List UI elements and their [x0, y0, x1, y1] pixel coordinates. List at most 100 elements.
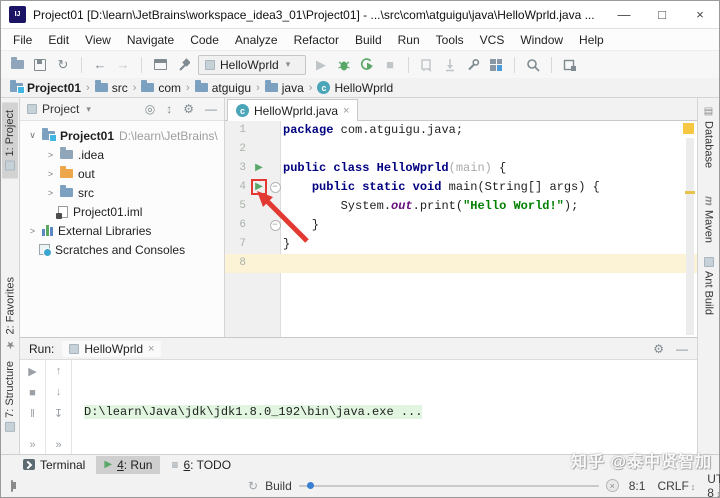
minimize-button[interactable]: —: [605, 1, 643, 29]
tree-expanded-icon[interactable]: ∨: [28, 130, 37, 141]
close-button[interactable]: ×: [681, 1, 719, 29]
hide-panel-icon[interactable]: —: [676, 342, 688, 356]
forward-icon[interactable]: →: [115, 56, 131, 74]
console-line-command: D:\learn\Java\jdk\jdk1.8.0_192\bin\java.…: [84, 405, 423, 419]
menu-window[interactable]: Window: [512, 31, 571, 49]
encoding-indicator[interactable]: UTF-8↕: [707, 472, 720, 498]
build-hammer-icon[interactable]: [175, 56, 191, 74]
run-console[interactable]: D:\learn\Java\jdk\jdk1.8.0_192\bin\java.…: [72, 360, 697, 476]
toolwindow-tab-todo[interactable]: ≡ 6: TODO: [163, 456, 239, 474]
menu-refactor[interactable]: Refactor: [286, 31, 347, 49]
debug-bug-icon[interactable]: [336, 56, 352, 74]
editor-tab-hellowprld[interactable]: c HelloWprld.java ×: [227, 99, 359, 121]
breadcrumb-atguigu[interactable]: atguigu: [194, 80, 251, 95]
menu-help[interactable]: Help: [571, 31, 612, 49]
stop-icon[interactable]: ■: [382, 56, 398, 74]
run-config-select[interactable]: HelloWprld ▾: [198, 54, 306, 75]
settings-wrench-icon[interactable]: [465, 56, 481, 74]
class-icon: c: [236, 104, 249, 117]
menu-file[interactable]: File: [5, 31, 40, 49]
menu-build[interactable]: Build: [347, 31, 390, 49]
gear-icon[interactable]: ⚙: [183, 102, 194, 116]
back-icon[interactable]: ←: [92, 56, 108, 74]
tree-row-external-libraries[interactable]: > External Libraries: [20, 221, 224, 240]
toolwindow-toggle-icon[interactable]: [11, 479, 16, 492]
tree-row-src[interactable]: > src: [20, 183, 224, 202]
caret-position[interactable]: 8:1: [629, 479, 646, 493]
fold-icon[interactable]: −: [269, 182, 281, 193]
save-all-icon[interactable]: [32, 56, 48, 74]
menu-vcs[interactable]: VCS: [472, 31, 513, 49]
tree-row-root[interactable]: ∨ Project01 D:\learn\JetBrains\: [20, 126, 224, 145]
attach-profiler-icon[interactable]: [442, 56, 458, 74]
up-stack-icon[interactable]: ↑: [56, 365, 62, 377]
hide-panel-icon[interactable]: —: [205, 102, 217, 116]
toolwindow-tab-structure[interactable]: 7: Structure: [4, 361, 16, 432]
toolwindow-tab-database[interactable]: ▤ Database: [703, 106, 715, 168]
line-separator-indicator[interactable]: CRLF ↕: [657, 479, 695, 493]
scroll-to-end-icon[interactable]: ↧: [54, 407, 63, 420]
pause-icon[interactable]: ‖: [30, 408, 35, 420]
fold-icon[interactable]: −: [269, 220, 281, 231]
stop-icon[interactable]: ■: [29, 387, 36, 399]
locate-target-icon[interactable]: ◎: [145, 102, 155, 116]
run-tab-hellowprld[interactable]: HelloWprld ×: [62, 340, 162, 357]
coverage-icon[interactable]: [359, 56, 375, 74]
editor-content[interactable]: 1 package com.atguigu.java; 2 3 ▶ public…: [225, 121, 697, 337]
folder-icon: [94, 80, 108, 92]
breadcrumb-com[interactable]: com: [141, 80, 181, 95]
tree-row-scratches[interactable]: Scratches and Consoles: [20, 240, 224, 259]
run-icon[interactable]: ▶: [313, 56, 329, 74]
toolwindow-tab-project[interactable]: 1: Project: [2, 102, 18, 179]
search-icon[interactable]: [525, 56, 541, 74]
folder-icon: [194, 80, 208, 92]
menu-edit[interactable]: Edit: [40, 31, 77, 49]
run-anything-icon[interactable]: [152, 56, 168, 74]
run-tab-close-icon[interactable]: ×: [148, 343, 154, 355]
sync-icon[interactable]: ↻: [55, 56, 71, 74]
gear-icon[interactable]: ⚙: [653, 342, 664, 356]
menu-code[interactable]: Code: [182, 31, 227, 49]
toolwindow-tab-run[interactable]: ▶ 4: Run: [96, 455, 161, 474]
collapse-all-icon[interactable]: ↕: [166, 102, 172, 116]
toolwindow-tab-favorites[interactable]: ★ 2: Favorites: [4, 277, 17, 351]
project-structure-icon[interactable]: [488, 56, 504, 74]
chevron-down-icon[interactable]: ▾: [86, 104, 91, 115]
open-icon[interactable]: [9, 56, 25, 74]
more-actions-icon[interactable]: »: [55, 439, 61, 451]
inspection-status-icon[interactable]: [683, 123, 694, 134]
tree-row-iml[interactable]: Project01.iml: [20, 202, 224, 221]
tree-collapsed-icon[interactable]: >: [46, 188, 55, 198]
maximize-button[interactable]: □: [643, 1, 681, 29]
cancel-build-icon[interactable]: ×: [605, 479, 619, 492]
editor-scrollbar[interactable]: [686, 138, 694, 335]
toolwindow-tab-terminal[interactable]: Terminal: [15, 456, 93, 474]
menu-view[interactable]: View: [77, 31, 119, 49]
tree-collapsed-icon[interactable]: >: [46, 150, 55, 160]
edit-run-configurations-icon[interactable]: [562, 56, 578, 74]
middle-zone: 1: Project ★ 2: Favorites 7: Structure P…: [1, 98, 719, 476]
scrollbar-warning-tick[interactable]: [685, 191, 695, 194]
toolwindow-tab-maven[interactable]: m Maven: [703, 196, 715, 243]
breadcrumb-java[interactable]: java: [264, 80, 304, 95]
run-class-gutter-icon[interactable]: ▶: [251, 159, 267, 178]
tree-collapsed-icon[interactable]: >: [28, 226, 37, 236]
menu-analyze[interactable]: Analyze: [227, 31, 286, 49]
breadcrumb-project[interactable]: Project01: [10, 80, 81, 95]
breadcrumb-class[interactable]: c HelloWprld: [317, 81, 393, 95]
more-actions-icon[interactable]: »: [29, 439, 35, 451]
project-view-label[interactable]: Project: [42, 102, 79, 116]
menu-tools[interactable]: Tools: [428, 31, 472, 49]
tab-close-icon[interactable]: ×: [343, 105, 349, 117]
profiler-icon[interactable]: [419, 56, 435, 74]
tree-row-idea[interactable]: > .idea: [20, 145, 224, 164]
tree-row-out[interactable]: > out: [20, 164, 224, 183]
run-config-label: HelloWprld: [220, 57, 279, 72]
toolwindow-tab-ant[interactable]: Ant Build: [703, 256, 715, 315]
rerun-icon[interactable]: ▶: [28, 365, 36, 378]
menu-navigate[interactable]: Navigate: [119, 31, 182, 49]
menu-run[interactable]: Run: [390, 31, 428, 49]
down-stack-icon[interactable]: ↓: [56, 386, 62, 398]
tree-collapsed-icon[interactable]: >: [46, 169, 55, 179]
breadcrumb-src[interactable]: src: [94, 80, 128, 95]
